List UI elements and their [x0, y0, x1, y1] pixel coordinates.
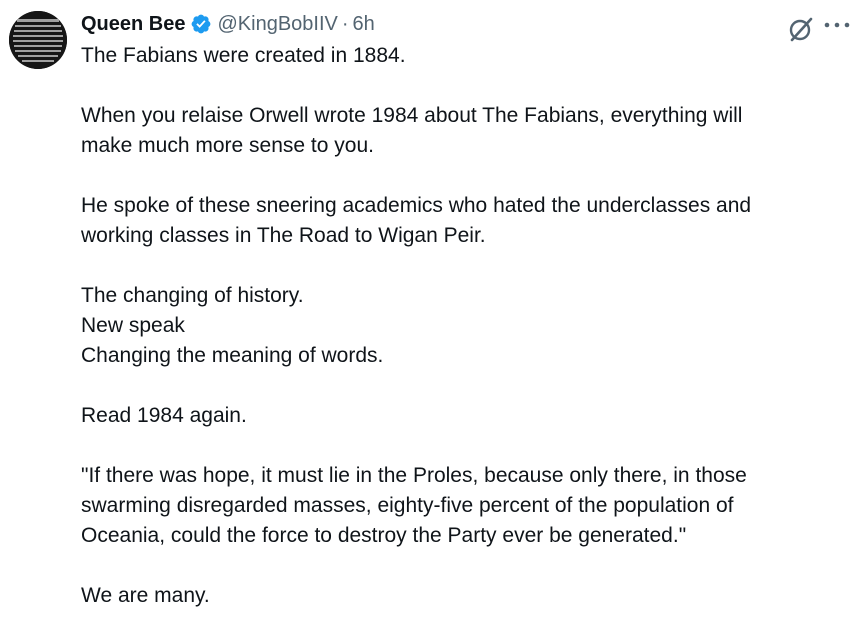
- tweet-text-line: The Fabians were created in 1884.: [81, 44, 406, 67]
- timestamp[interactable]: 6h: [353, 13, 375, 35]
- tweet-text-line: Read 1984 again.: [81, 404, 247, 427]
- tweet-paragraph: Read 1984 again.: [81, 401, 841, 431]
- tweet-text-line: working classes in The Road to Wigan Pei…: [81, 224, 486, 247]
- tweet-text-line: Changing the meaning of words.: [81, 344, 384, 367]
- tweet-text-line: The changing of history.: [81, 284, 304, 307]
- tweet-paragraph: We are many.: [81, 581, 841, 611]
- tweet-paragraph: The Fabians were created in 1884.: [81, 41, 841, 71]
- display-name[interactable]: Queen Bee: [81, 13, 185, 36]
- tweet-header: Queen Bee @KingBobIIV · 6h: [81, 10, 375, 38]
- tweet-text-line: Oceania, could the force to destroy the …: [81, 524, 687, 547]
- tweet-text-line: We are many.: [81, 584, 210, 607]
- separator: ·: [341, 12, 349, 35]
- tweet-text-line: New speak: [81, 314, 185, 337]
- tweet-text-line: make much more sense to you.: [81, 134, 374, 157]
- tweet-card[interactable]: Queen Bee @KingBobIIV · 6h The Fabians wer…: [0, 0, 858, 622]
- handle-and-time: @KingBobIIV · 6h: [217, 13, 374, 36]
- grok-icon[interactable]: [787, 15, 815, 43]
- more-options-icon[interactable]: [822, 18, 852, 32]
- avatar[interactable]: [9, 11, 67, 69]
- tweet-text-line: swarming disregarded masses, eighty-five…: [81, 494, 734, 517]
- tweet-paragraph: When you relaise Orwell wrote 1984 about…: [81, 101, 841, 161]
- tweet-text-line: "If there was hope, it must lie in the P…: [81, 464, 747, 487]
- tweet-paragraph: The changing of history. New speak Changin…: [81, 281, 841, 371]
- tweet-text-line: When you relaise Orwell wrote 1984 about…: [81, 104, 743, 127]
- tweet-paragraph: "If there was hope, it must lie in the P…: [81, 461, 841, 551]
- tweet-paragraph: He spoke of these sneering academics who…: [81, 191, 841, 251]
- tweet-text-line: He spoke of these sneering academics who…: [81, 194, 752, 217]
- handle[interactable]: @KingBobIIV: [217, 13, 337, 35]
- avatar-image: [9, 11, 67, 69]
- tweet-text: The Fabians were created in 1884. When yo…: [81, 41, 841, 611]
- verified-badge-icon[interactable]: [190, 13, 212, 35]
